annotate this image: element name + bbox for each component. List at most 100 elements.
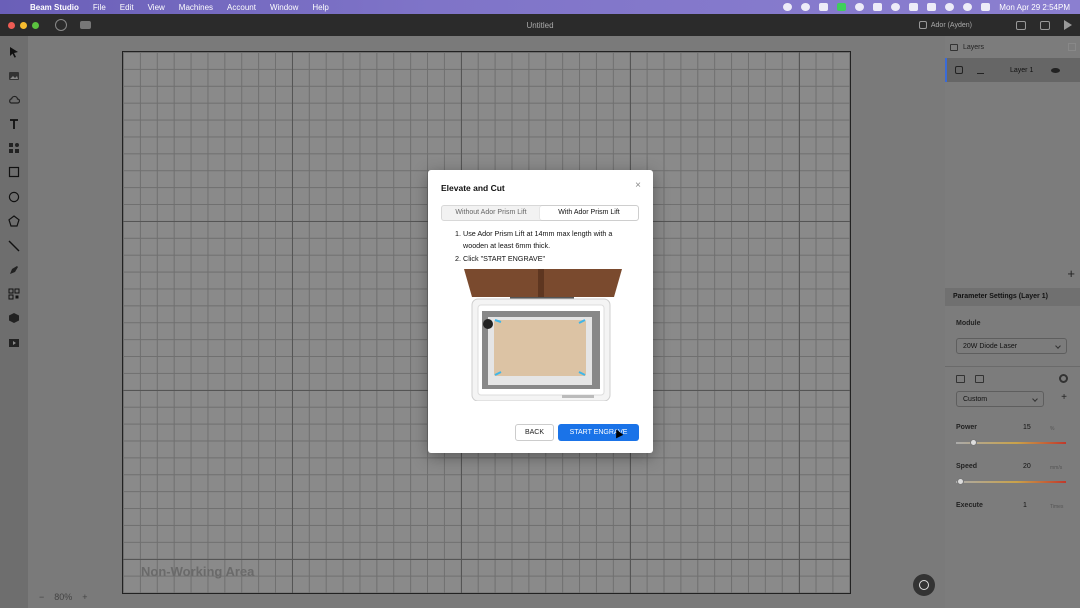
battery-status-icon[interactable] bbox=[837, 3, 847, 11]
zoom-in-button[interactable]: + bbox=[82, 592, 87, 602]
menubar-datetime[interactable]: Mon Apr 29 2:54PM bbox=[999, 3, 1070, 12]
frame-icon[interactable] bbox=[1016, 20, 1026, 30]
module-select[interactable]: 20W Diode Laser bbox=[956, 338, 1067, 354]
menu-window[interactable]: Window bbox=[270, 3, 298, 12]
speed-input[interactable]: 20 bbox=[1023, 463, 1031, 470]
menubar-status-area: Mon Apr 29 2:54PM bbox=[783, 0, 1070, 14]
execute-input[interactable]: 1 bbox=[1023, 502, 1027, 509]
keyboard-icon[interactable] bbox=[909, 3, 919, 11]
speed-slider[interactable] bbox=[956, 478, 1066, 485]
power-input[interactable]: 15 bbox=[1023, 424, 1031, 431]
dialog-title: Elevate and Cut bbox=[441, 183, 505, 193]
menu-machines[interactable]: Machines bbox=[179, 3, 213, 12]
non-working-area-label: Non-Working Area bbox=[141, 564, 255, 579]
go-play-icon[interactable] bbox=[1064, 20, 1072, 30]
speed-label: Speed bbox=[956, 463, 978, 470]
record-icon[interactable] bbox=[783, 3, 793, 11]
titlebar-actions bbox=[1016, 20, 1072, 30]
folder-icon[interactable] bbox=[956, 375, 965, 383]
layer-visibility-icon[interactable] bbox=[1051, 67, 1060, 73]
tab-with-prism-lift[interactable]: With Ador Prism Lift bbox=[540, 206, 638, 220]
prism-lift-illustration bbox=[464, 269, 622, 401]
cloud-tool-icon[interactable] bbox=[8, 94, 20, 106]
macos-menu-bar: Beam Studio File Edit View Machines Acco… bbox=[0, 0, 1080, 14]
gear-icon[interactable] bbox=[1059, 374, 1068, 383]
time-estimation-button[interactable] bbox=[913, 574, 935, 596]
preset-file-actions bbox=[956, 375, 984, 383]
camera-preview-icon[interactable] bbox=[80, 21, 91, 29]
menu-file[interactable]: File bbox=[93, 3, 106, 12]
elements-tool-icon[interactable] bbox=[8, 142, 20, 154]
dpi-tool-icon[interactable] bbox=[8, 337, 20, 349]
polygon-tool-icon[interactable] bbox=[8, 215, 20, 227]
execute-unit: Times bbox=[1050, 504, 1064, 510]
user-account-icon[interactable] bbox=[55, 19, 67, 31]
execute-label: Execute bbox=[956, 502, 983, 509]
menu-edit[interactable]: Edit bbox=[120, 3, 134, 12]
bluetooth-icon[interactable] bbox=[891, 3, 901, 11]
menu-app-name[interactable]: Beam Studio bbox=[30, 3, 79, 12]
power-label: Power bbox=[956, 424, 978, 431]
wifi-icon[interactable] bbox=[945, 3, 955, 11]
zoom-window-button[interactable] bbox=[32, 21, 39, 29]
menu-account[interactable]: Account bbox=[227, 3, 256, 12]
line-tool-icon[interactable] bbox=[8, 240, 20, 252]
power-slider[interactable] bbox=[956, 439, 1066, 446]
image-tool-icon[interactable] bbox=[8, 70, 20, 82]
layer-name[interactable]: Layer 1 bbox=[1010, 67, 1033, 74]
instruction-step: 2. Click "START ENGRAVE" bbox=[455, 253, 546, 263]
add-preset-button[interactable]: + bbox=[1061, 392, 1067, 403]
divider bbox=[945, 366, 1080, 367]
zoom-level[interactable]: 80% bbox=[54, 592, 72, 602]
window-controls bbox=[8, 21, 39, 29]
notion-icon[interactable] bbox=[819, 3, 829, 11]
control-center-icon[interactable] bbox=[981, 3, 991, 11]
boxgen-tool-icon[interactable] bbox=[8, 312, 20, 324]
module-label: Module bbox=[956, 320, 981, 327]
start-engrave-button[interactable]: START ENGRAVE bbox=[558, 424, 639, 441]
preset-select[interactable]: Custom bbox=[956, 391, 1044, 407]
grid-major-line bbox=[799, 52, 800, 593]
left-toolbar bbox=[0, 36, 28, 608]
text-tool-icon[interactable] bbox=[8, 118, 20, 130]
layer-lock-icon[interactable] bbox=[977, 67, 984, 74]
tab-without-prism-lift[interactable]: Without Ador Prism Lift bbox=[442, 206, 540, 220]
zoom-out-button[interactable]: − bbox=[39, 592, 44, 602]
layers-header: Layers bbox=[945, 36, 1080, 58]
right-panel: Layers Layer 1 + Parameter Settings (Lay… bbox=[945, 36, 1080, 608]
back-button[interactable]: BACK bbox=[515, 424, 554, 441]
path-preview-icon[interactable] bbox=[1040, 20, 1050, 30]
menu-help[interactable]: Help bbox=[312, 3, 328, 12]
close-icon[interactable]: × bbox=[635, 180, 641, 191]
machine-selector[interactable]: Ador (Ayden) bbox=[918, 21, 972, 29]
window-title-bar: Untitled Ador (Ayden) bbox=[0, 14, 1080, 36]
save-preset-icon[interactable] bbox=[975, 375, 984, 383]
check-icon[interactable] bbox=[855, 3, 865, 11]
volume-icon[interactable] bbox=[873, 3, 883, 11]
add-layer-button[interactable]: + bbox=[1067, 266, 1075, 281]
elevate-and-cut-dialog: Elevate and Cut × Without Ador Prism Lif… bbox=[428, 170, 653, 453]
speed-unit: mm/s bbox=[1050, 465, 1063, 471]
battery-icon[interactable] bbox=[927, 3, 937, 11]
non-working-boundary bbox=[123, 559, 850, 560]
minimize-window-button[interactable] bbox=[20, 21, 27, 29]
prism-lift-toggle: Without Ador Prism Lift With Ador Prism … bbox=[441, 205, 639, 221]
qr-code-tool-icon[interactable] bbox=[8, 288, 20, 300]
layers-title: Layers bbox=[963, 43, 985, 51]
machine-name: Ador (Ayden) bbox=[930, 21, 972, 29]
layer-select-checkbox[interactable] bbox=[955, 66, 963, 74]
speed-slider-thumb[interactable] bbox=[957, 478, 965, 485]
grid-major-line bbox=[292, 52, 293, 593]
pen-tool-icon[interactable] bbox=[8, 264, 20, 276]
ellipse-tool-icon[interactable] bbox=[8, 191, 20, 203]
panel-toggle-icon[interactable] bbox=[1068, 43, 1076, 51]
sync-icon[interactable] bbox=[801, 3, 811, 11]
rectangle-tool-icon[interactable] bbox=[8, 166, 20, 178]
spotlight-icon[interactable] bbox=[963, 3, 973, 11]
close-window-button[interactable] bbox=[8, 21, 15, 29]
power-slider-thumb[interactable] bbox=[969, 439, 977, 446]
layers-icon bbox=[950, 43, 958, 51]
layer-row[interactable]: Layer 1 bbox=[945, 58, 1080, 82]
cursor-tool-icon[interactable] bbox=[8, 46, 20, 58]
menu-view[interactable]: View bbox=[148, 3, 165, 12]
